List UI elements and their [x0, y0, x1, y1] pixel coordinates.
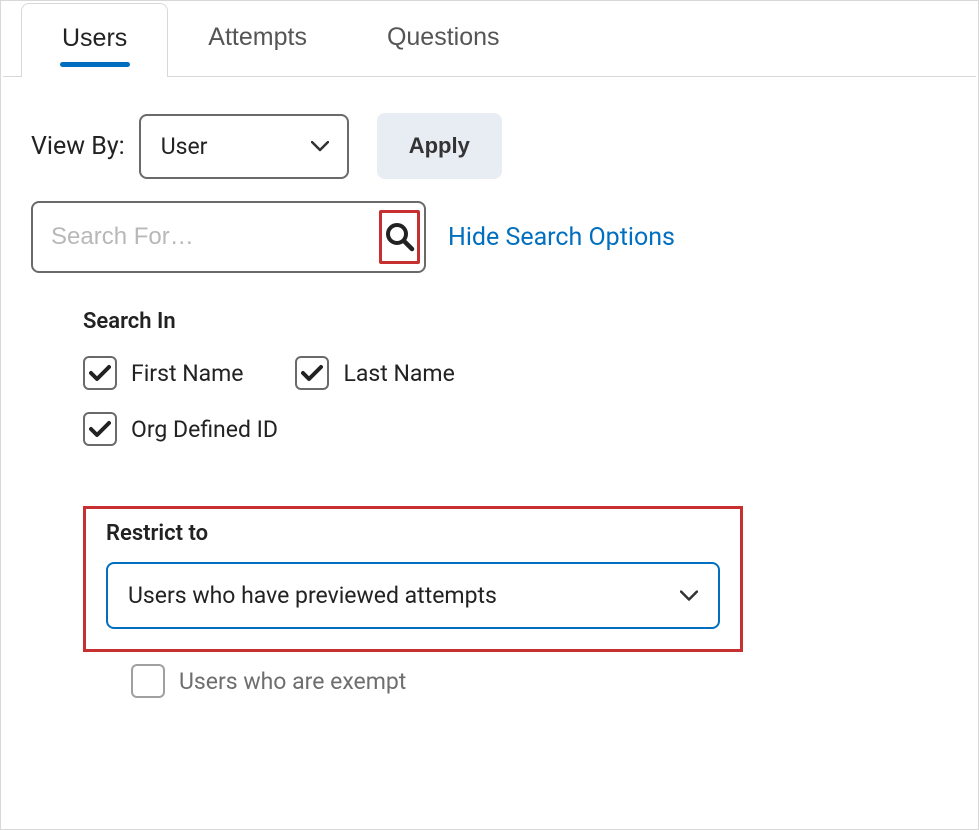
tab-attempts[interactable]: Attempts	[168, 3, 347, 76]
exempt-checkbox-item[interactable]: Users who are exempt	[131, 664, 948, 698]
check-icon	[301, 364, 323, 382]
apply-button[interactable]: Apply	[377, 113, 502, 179]
first-name-label: First Name	[131, 360, 243, 387]
exempt-label: Users who are exempt	[179, 668, 406, 695]
search-icon	[385, 222, 415, 252]
search-in-title: Search In	[83, 309, 948, 334]
exempt-row: Users who are exempt	[131, 664, 948, 698]
search-box	[31, 201, 426, 273]
viewby-row: View By: User Apply	[31, 113, 948, 179]
check-icon	[89, 364, 111, 382]
restrict-select[interactable]: Users who have previewed attempts	[106, 562, 720, 629]
first-name-checkbox	[83, 356, 117, 390]
check-icon	[89, 420, 111, 438]
search-in-section: Search In First Name Last Name	[83, 309, 948, 446]
org-id-checkbox	[83, 412, 117, 446]
search-row: Hide Search Options	[31, 201, 948, 273]
first-name-checkbox-item[interactable]: First Name	[83, 356, 243, 390]
viewby-select-wrapper: User	[139, 114, 349, 179]
last-name-checkbox	[295, 356, 329, 390]
viewby-label: View By:	[31, 132, 125, 161]
restrict-select-wrapper: Users who have previewed attempts	[106, 562, 720, 629]
tab-users[interactable]: Users	[21, 3, 168, 77]
restrict-to-title: Restrict to	[106, 521, 720, 546]
search-button[interactable]	[379, 210, 420, 264]
hide-search-options-link[interactable]: Hide Search Options	[448, 223, 675, 252]
tab-questions[interactable]: Questions	[347, 3, 540, 76]
org-id-checkbox-item[interactable]: Org Defined ID	[83, 412, 278, 446]
tab-bar: Users Attempts Questions	[3, 3, 976, 77]
last-name-checkbox-item[interactable]: Last Name	[295, 356, 454, 390]
org-id-label: Org Defined ID	[131, 416, 278, 443]
exempt-checkbox	[131, 664, 165, 698]
last-name-label: Last Name	[343, 360, 454, 387]
restrict-to-section: Restrict to Users who have previewed att…	[83, 506, 743, 652]
viewby-select[interactable]: User	[139, 114, 349, 179]
search-input[interactable]	[33, 207, 379, 267]
search-in-row-1: First Name Last Name	[83, 356, 948, 390]
tab-content: View By: User Apply Hide Sear	[3, 77, 976, 718]
search-in-row-2: Org Defined ID	[83, 412, 948, 446]
